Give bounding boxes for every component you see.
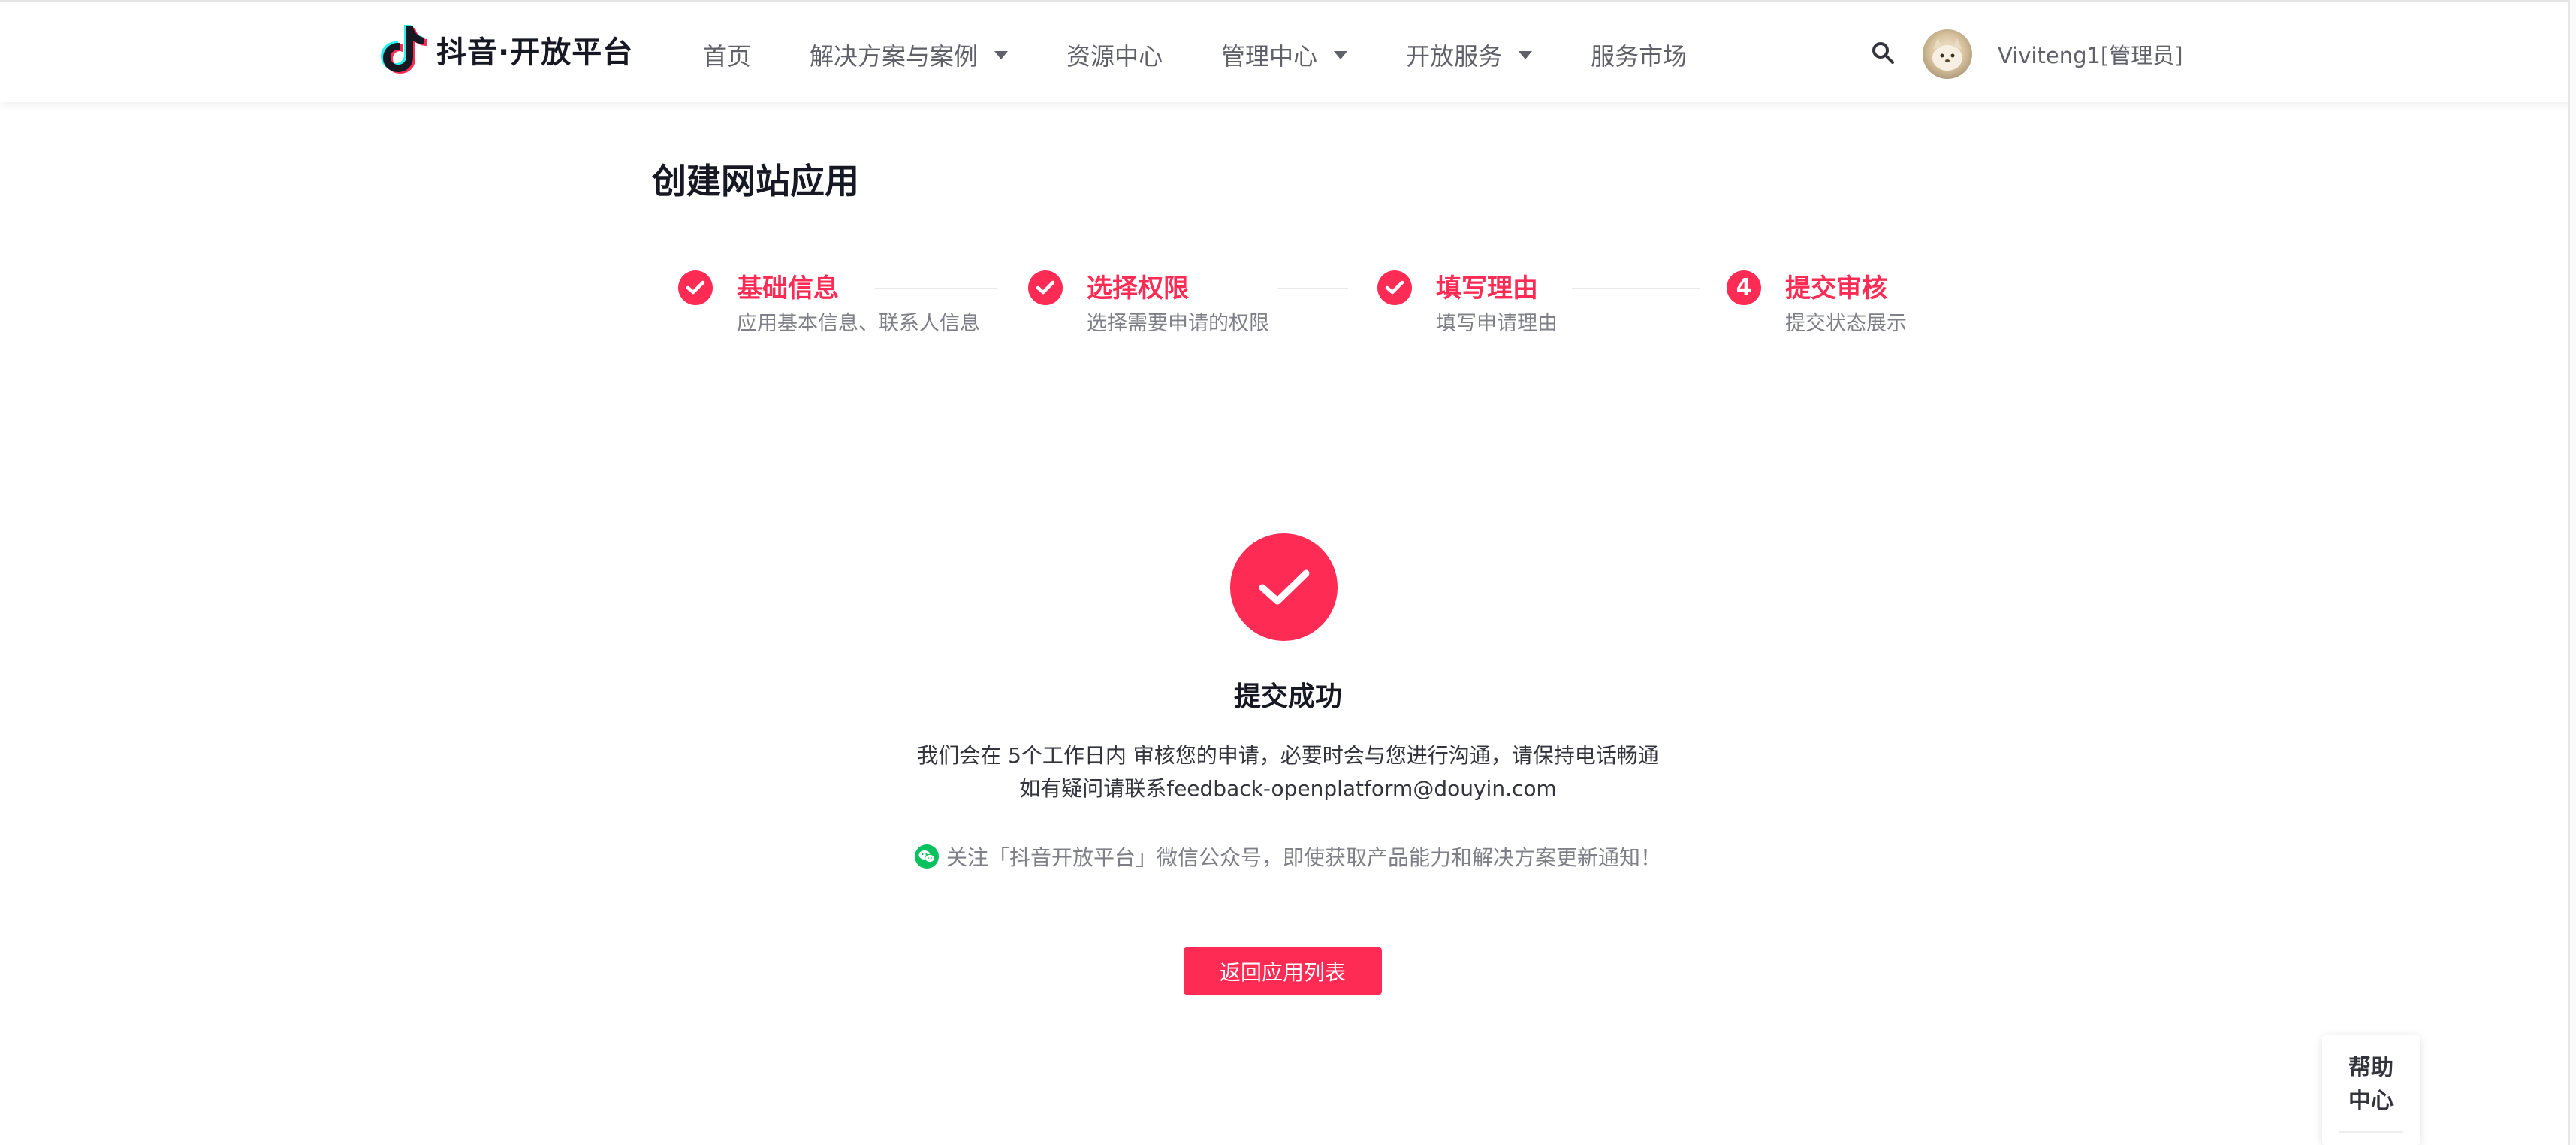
page-title: 创建网站应用	[652, 161, 859, 201]
step-title: 选择权限	[1087, 273, 1189, 304]
wechat-follow-notice: 关注「抖音开放平台」微信公众号，即使获取产品能力和解决方案更新通知！	[0, 841, 2576, 872]
wechat-icon	[914, 844, 939, 869]
nav-item-label: 解决方案与案例	[810, 42, 979, 71]
caret-down-icon	[994, 50, 1009, 59]
nav-item-home[interactable]: 首页	[703, 38, 751, 72]
step-fill-reason: 填写理由 填写申请理由	[1377, 267, 1573, 343]
top-navigation-bar: 抖音·开放平台 首页 解决方案与案例 资源中心 管理中心 开放服务 服务市场 V…	[0, 0, 2576, 102]
result-title: 提交成功	[1233, 681, 1342, 712]
page-scrollbar[interactable]	[2568, 0, 2576, 1145]
douyin-logo-icon	[381, 25, 427, 74]
nav-item-solutions[interactable]: 解决方案与案例	[810, 38, 1009, 72]
result-contact-notice: 如有疑问请联系feedback-openplatform@douyin.com	[1019, 776, 1557, 801]
step-title: 提交审核	[1785, 273, 1887, 304]
help-center-label: 帮助 中心	[2348, 1055, 2394, 1114]
step-check-icon	[1377, 270, 1412, 305]
user-avatar[interactable]	[1923, 29, 1972, 79]
help-center-widget[interactable]: 帮助 中心	[2322, 1035, 2420, 1145]
step-connector	[1572, 288, 1700, 289]
search-icon[interactable]	[1870, 40, 1896, 65]
step-title: 基础信息	[737, 273, 839, 304]
wechat-notice-text: 关注「抖音开放平台」微信公众号，即使获取产品能力和解决方案更新通知！	[946, 845, 1661, 870]
result-review-notice: 我们会在 5个工作日内 审核您的申请，必要时会与您进行沟通，请保持电话畅通	[917, 743, 1659, 768]
nav-item-label: 服务市场	[1591, 42, 1688, 71]
step-select-permissions: 选择权限 选择需要申请的权限	[1028, 267, 1283, 343]
nav-item-management[interactable]: 管理中心	[1221, 38, 1348, 72]
step-number: 4	[1736, 274, 1752, 301]
nav-item-label: 管理中心	[1221, 42, 1318, 71]
nav-item-open-services[interactable]: 开放服务	[1406, 38, 1533, 72]
step-title: 填写理由	[1436, 273, 1538, 304]
step-connector	[1277, 288, 1348, 289]
nav-item-resources[interactable]: 资源中心	[1066, 38, 1163, 72]
step-check-icon	[678, 270, 713, 305]
step-desc: 应用基本信息、联系人信息	[737, 312, 980, 335]
step-submit-review: 4 提交审核 提交状态展示	[1727, 267, 1922, 343]
nav-item-service-market[interactable]: 服务市场	[1591, 38, 1687, 72]
help-divider	[2339, 1131, 2403, 1133]
step-check-icon	[1028, 270, 1063, 305]
logo-text: 抖音·开放平台	[436, 35, 634, 70]
nav-item-label: 资源中心	[1066, 42, 1163, 71]
step-basic-info: 基础信息 应用基本信息、联系人信息	[678, 267, 1024, 343]
main-nav: 首页 解决方案与案例 资源中心 管理中心 开放服务 服务市场	[703, 31, 1745, 79]
user-name[interactable]: Viviteng1[管理员]	[1998, 38, 2183, 70]
caret-down-icon	[1519, 50, 1533, 59]
caret-down-icon	[1334, 50, 1348, 59]
step-desc: 选择需要申请的权限	[1087, 312, 1269, 335]
back-to-app-list-button[interactable]: 返回应用列表	[1184, 947, 1382, 995]
step-number-badge: 4	[1727, 270, 1761, 305]
nav-item-label: 首页	[703, 42, 752, 71]
platform-logo[interactable]: 抖音·开放平台	[379, 23, 633, 76]
avatar-image-icon	[1932, 38, 1962, 71]
step-desc: 提交状态展示	[1785, 312, 1907, 335]
success-check-icon	[1230, 533, 1338, 641]
step-desc: 填写申请理由	[1436, 312, 1558, 335]
nav-item-label: 开放服务	[1406, 42, 1503, 71]
